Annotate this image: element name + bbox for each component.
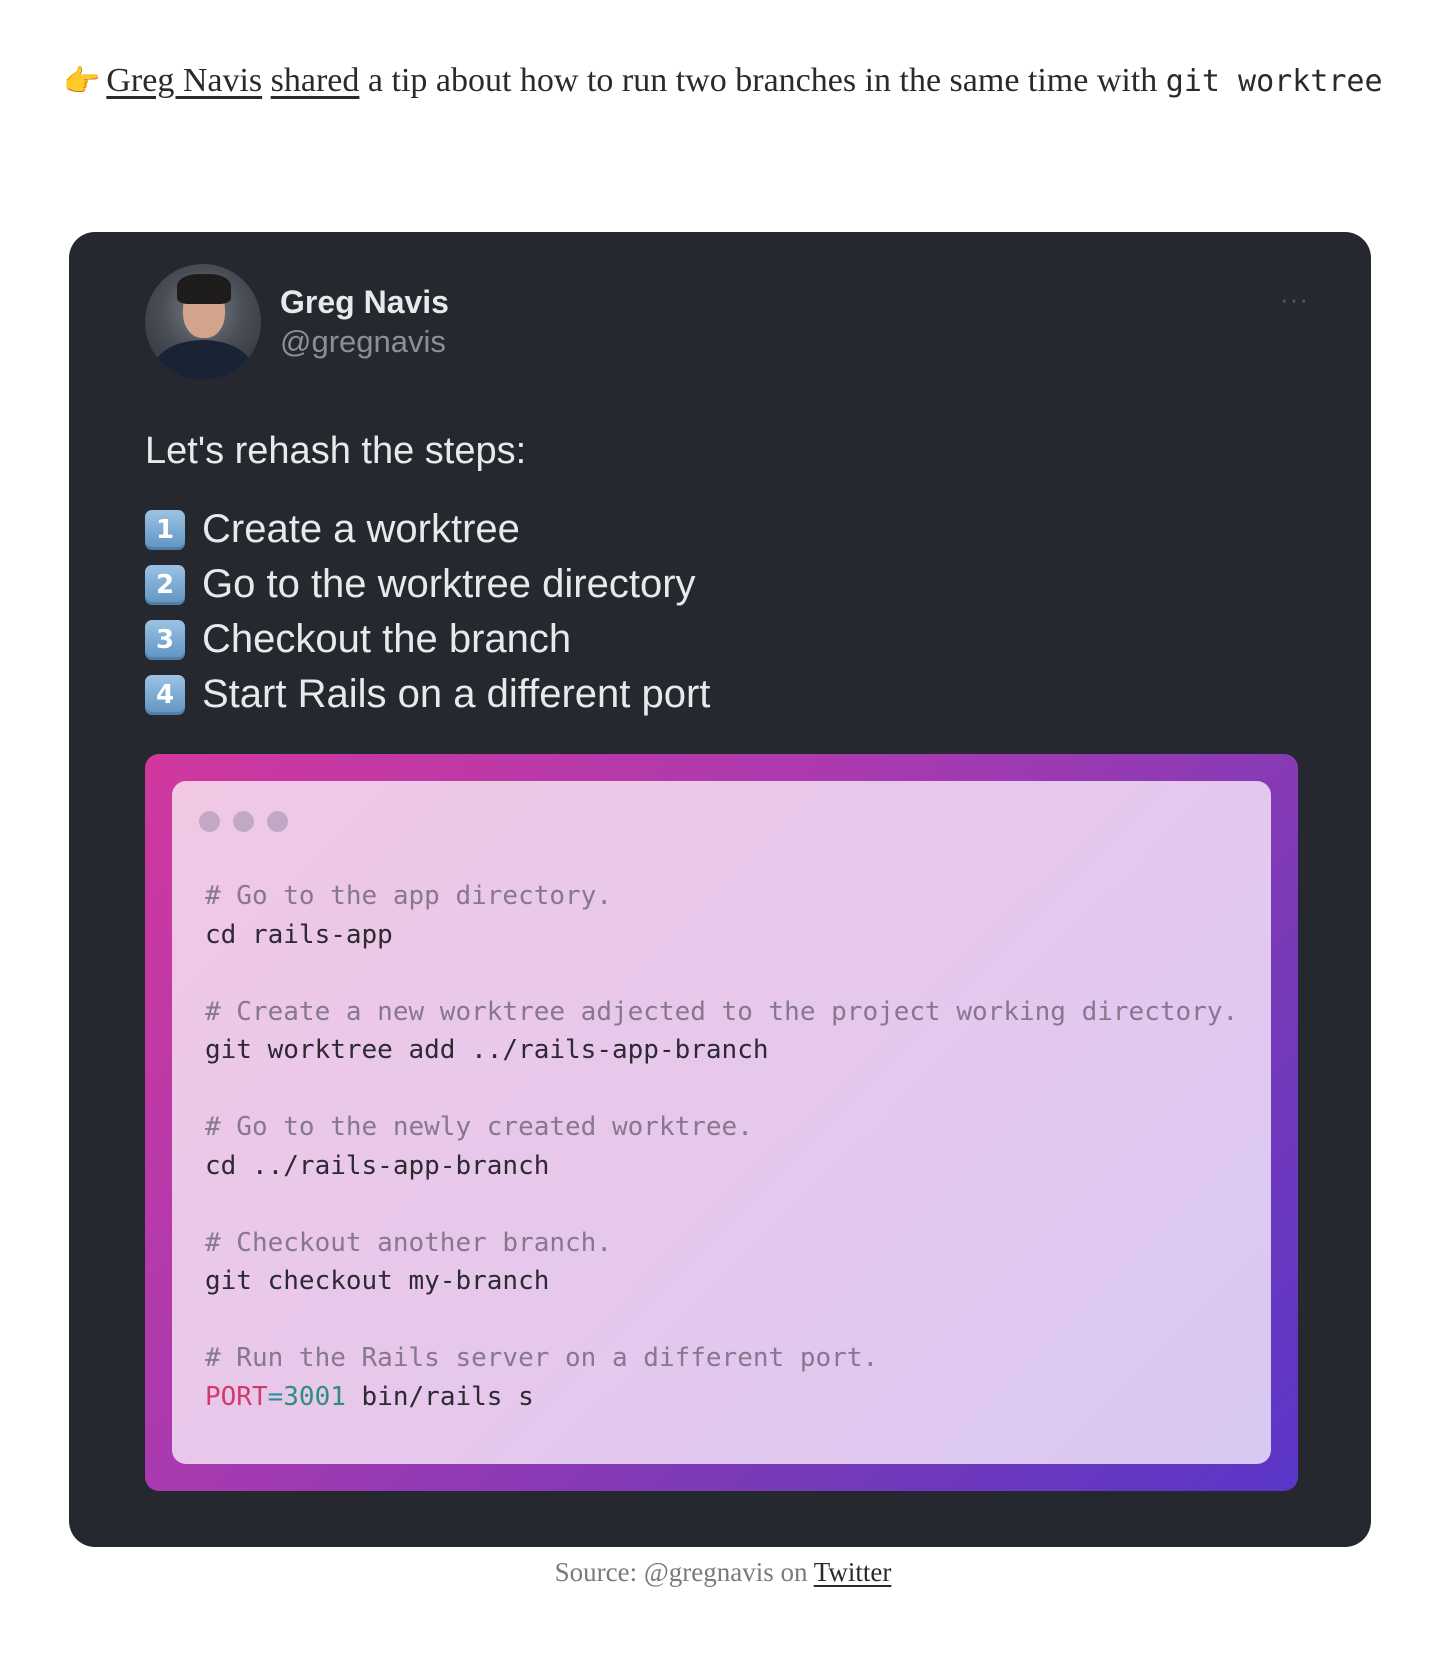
code-line: bin/rails s	[345, 1381, 534, 1412]
code-comment: # Create a new worktree adjected to the …	[205, 996, 1239, 1027]
avatar-hair	[177, 274, 231, 304]
step-text: Start Rails on a different port	[202, 672, 711, 716]
window-controls	[199, 811, 288, 832]
code-image-frame[interactable]: # Go to the app directory. cd rails-app …	[145, 754, 1298, 1491]
code-line: git worktree add ../rails-app-branch	[205, 1035, 769, 1065]
caption-text: Source: @gregnavis on	[554, 1557, 814, 1587]
window-dot-icon	[267, 811, 288, 832]
code-block: # Go to the app directory. cd rails-app …	[205, 877, 1238, 1416]
code-port-number: 3001	[283, 1381, 346, 1412]
list-item: 1 Create a worktree	[145, 502, 710, 557]
intro-paragraph: 👉 Greg Navis shared a tip about how to ru…	[63, 52, 1383, 110]
keycap-3-icon: 3	[145, 619, 185, 660]
author-link[interactable]: Greg Navis	[106, 62, 262, 99]
code-comment: # Run the Rails server on a different po…	[205, 1343, 879, 1373]
avatar[interactable]	[145, 264, 261, 380]
code-comment: # Go to the newly created worktree.	[205, 1112, 753, 1142]
step-text: Checkout the branch	[202, 617, 572, 661]
shared-link[interactable]: shared	[271, 62, 360, 99]
avatar-body	[153, 340, 253, 380]
code-comment: # Checkout another branch.	[205, 1227, 612, 1258]
keycap-2-icon: 2	[145, 564, 185, 605]
list-item: 2 Go to the worktree directory	[145, 557, 710, 612]
window-dot-icon	[199, 811, 220, 832]
code-line: cd ../rails-app-branch	[205, 1150, 550, 1181]
keycap-1-icon: 1	[145, 509, 185, 550]
code-comment: # Go to the app directory.	[205, 881, 612, 911]
author-name[interactable]: Greg Navis	[280, 284, 449, 321]
code-window: # Go to the app directory. cd rails-app …	[172, 781, 1271, 1464]
steps-list: 1 Create a worktree 2 Go to the worktree d…	[145, 502, 710, 722]
keycap-4-icon: 4	[145, 674, 185, 715]
code-line: git checkout my-branch	[205, 1266, 550, 1296]
list-item: 3 Checkout the branch	[145, 612, 710, 667]
image-caption: Source: @gregnavis on Twitter	[0, 1557, 1446, 1588]
code-env-var: PORT	[205, 1381, 268, 1412]
window-dot-icon	[233, 811, 254, 832]
list-item: 4 Start Rails on a different port	[145, 667, 710, 722]
author-handle[interactable]: @gregnavis	[280, 324, 446, 360]
intro-text: a tip about how to run two branches in t…	[359, 62, 1166, 99]
code-equals: =	[267, 1381, 284, 1412]
tweet-card: Greg Navis @gregnavis ··· Let's rehash t…	[69, 232, 1371, 1547]
step-text: Create a worktree	[202, 507, 520, 551]
intro-code: git worktree	[1165, 64, 1383, 99]
more-icon[interactable]: ···	[1280, 284, 1309, 315]
twitter-link[interactable]: Twitter	[814, 1557, 892, 1587]
code-line: cd rails-app	[205, 919, 393, 950]
step-text: Go to the worktree directory	[202, 562, 696, 606]
tweet-intro-text: Let's rehash the steps:	[145, 430, 527, 472]
pointing-hand-icon: 👉	[63, 65, 101, 98]
